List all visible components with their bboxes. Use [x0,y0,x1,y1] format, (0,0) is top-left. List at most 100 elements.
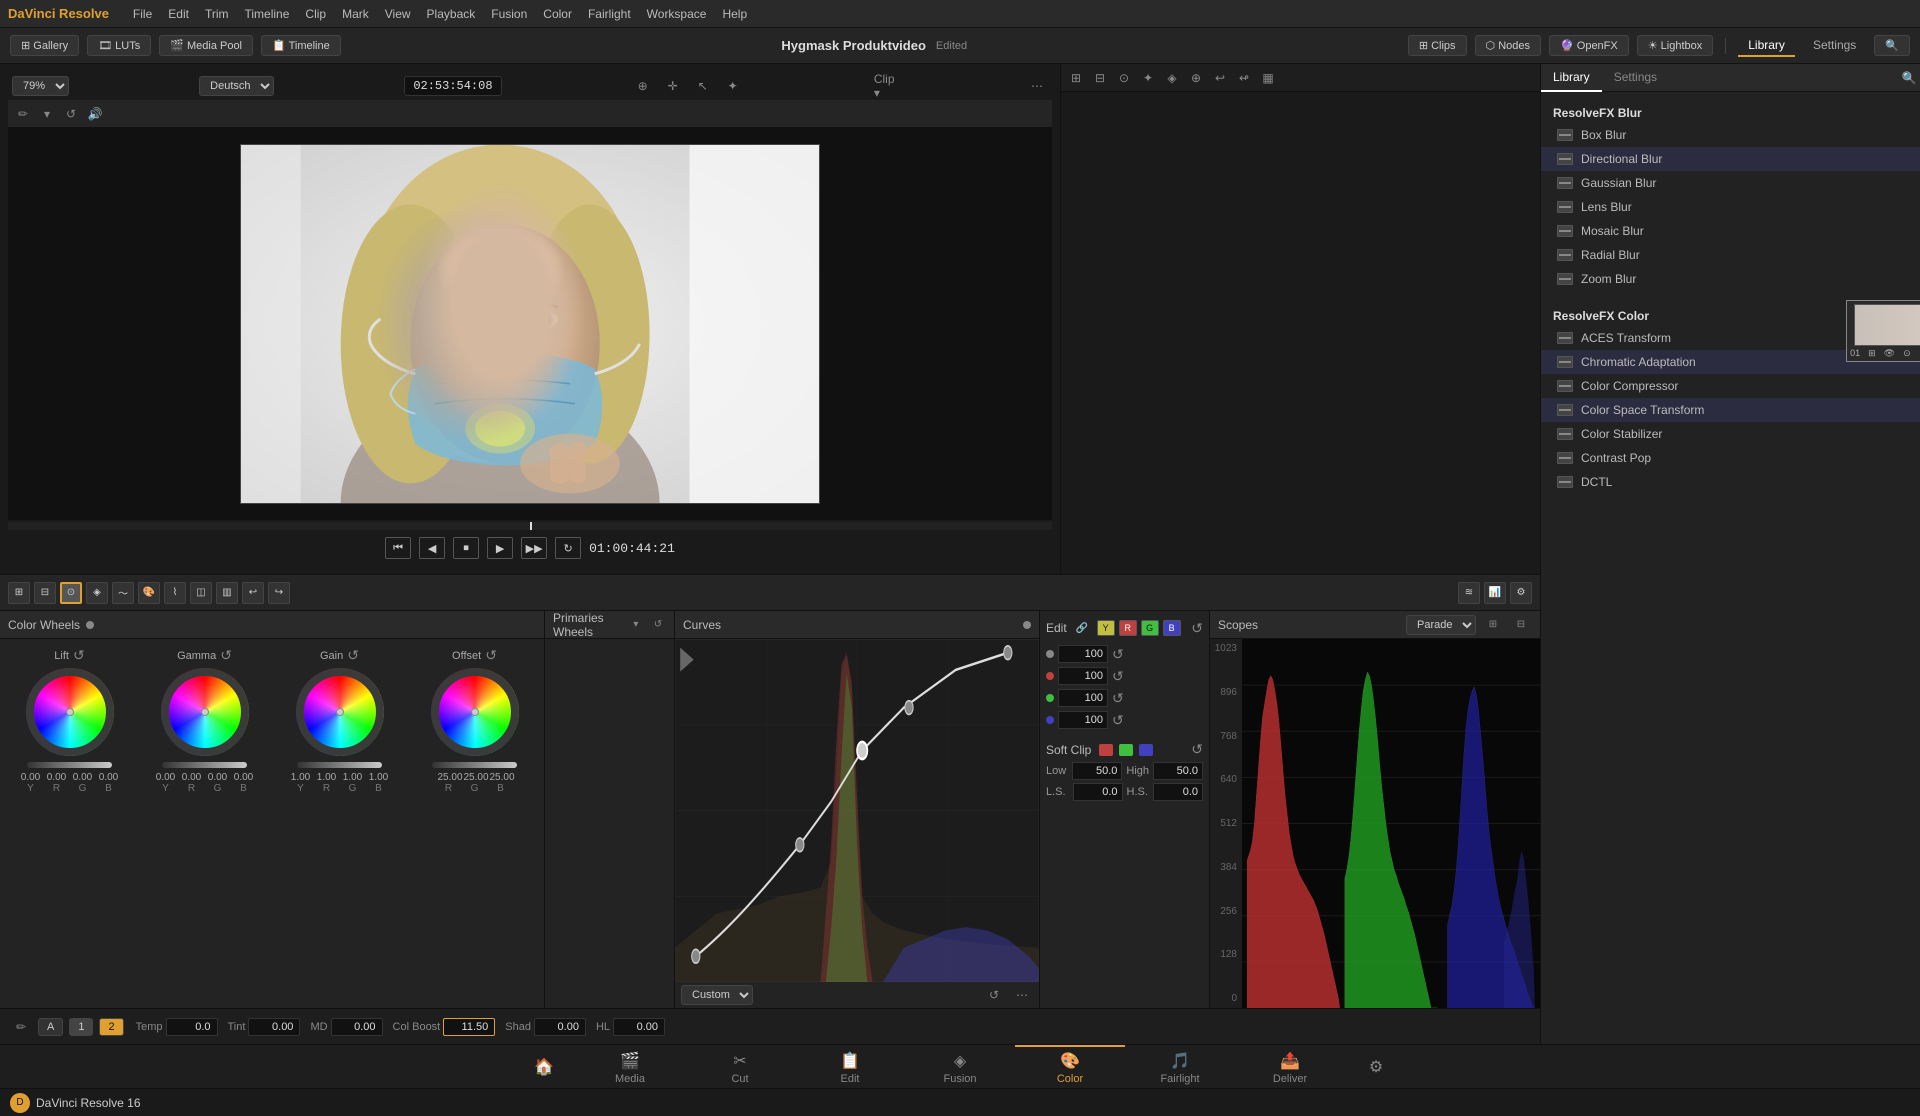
effect-box-blur[interactable]: Box Blur [1541,123,1920,147]
softclip-hs-value[interactable] [1153,783,1203,801]
curves-canvas[interactable] [675,639,1039,982]
luts-button[interactable]: 🎞 LUTs [87,35,151,56]
scopes-icon-1[interactable]: ⊞ [1482,614,1504,636]
node-tool-3[interactable]: ⊙ [1113,67,1135,89]
edit-reset[interactable]: ↺ [1191,620,1203,637]
edit-b-button[interactable]: B [1163,620,1181,636]
gain-reset[interactable]: ↺ [347,647,359,664]
edit-g-button[interactable]: G [1141,620,1159,636]
settings-icon[interactable]: ⚙ [1365,1056,1387,1078]
gamma-wheel-dot[interactable] [201,708,209,716]
gamma-reset[interactable]: ↺ [220,647,232,664]
zoom-select[interactable]: 79% [12,76,69,96]
library-search-icon[interactable]: 🔍 [1898,67,1920,89]
search-button[interactable]: 🔍 [1874,35,1910,56]
settings-tab[interactable]: Settings [1803,35,1866,57]
node-tool-9[interactable]: ▦ [1257,67,1279,89]
menu-fusion[interactable]: Fusion [491,7,527,21]
primaries-reset[interactable]: ↺ [650,614,666,636]
ct-icon-palette[interactable]: 🎨 [138,582,160,604]
tint-value[interactable] [248,1018,300,1036]
primaries-expand[interactable]: ▾ [628,614,644,636]
menu-trim[interactable]: Trim [205,7,229,21]
library-panel-tab[interactable]: Library [1541,64,1602,92]
nodes-tab[interactable]: ⬡ Nodes [1475,35,1541,56]
gamma-slider[interactable] [162,762,247,768]
softclip-low-value[interactable] [1072,762,1122,780]
gain-wheel-dot[interactable] [336,708,344,716]
edit-reset-b[interactable]: ↺ [1112,712,1124,729]
edit-reset-w[interactable]: ↺ [1112,646,1124,663]
home-icon[interactable]: 🏠 [533,1056,555,1078]
effect-lens-blur[interactable]: Lens Blur [1541,195,1920,219]
edit-value-b[interactable] [1058,711,1108,729]
nav-deliver[interactable]: 📤 Deliver [1235,1045,1345,1089]
lightbox-tab[interactable]: ☀ Lightbox [1637,35,1714,56]
effect-mosaic-blur[interactable]: Mosaic Blur [1541,219,1920,243]
md-value[interactable] [331,1018,383,1036]
gain-wheel-container[interactable] [296,668,384,756]
lift-wheel-container[interactable] [26,668,114,756]
viewer-cursor[interactable]: ↖ [692,75,714,97]
offset-wheel-dot[interactable] [471,708,479,716]
menu-timeline[interactable]: Timeline [245,7,290,21]
softclip-b-button[interactable] [1139,744,1153,756]
menu-view[interactable]: View [385,7,411,21]
ct-icon-curve[interactable]: 〜 [112,582,134,604]
menu-help[interactable]: Help [722,7,747,21]
loop-button[interactable]: ↻ [555,537,581,559]
edit-link-icon[interactable]: 🔗 [1071,617,1093,639]
ct-icon-grid[interactable]: ⊟ [34,582,56,604]
nav-edit[interactable]: 📋 Edit [795,1045,905,1089]
shad-value[interactable] [534,1018,586,1036]
colboost-value[interactable] [443,1018,495,1036]
menu-workspace[interactable]: Workspace [647,7,707,21]
viewer-icon-draw[interactable]: ✏ [12,103,34,125]
effect-directional-blur[interactable]: Directional Blur [1541,147,1920,171]
scrubber-handle[interactable] [530,522,532,530]
nav-media[interactable]: 🎬 Media [575,1045,685,1089]
menu-clip[interactable]: Clip [305,7,326,21]
softclip-high-value[interactable] [1153,762,1203,780]
viewer-icon-undo[interactable]: ↺ [60,103,82,125]
menu-edit[interactable]: Edit [168,7,189,21]
step-forward-button[interactable]: ▶▶ [521,537,547,559]
stop-button[interactable]: ⏹ [453,537,479,559]
menu-mark[interactable]: Mark [342,7,369,21]
effect-gaussian-blur[interactable]: Gaussian Blur [1541,171,1920,195]
menu-file[interactable]: File [133,7,152,21]
ct-icon-wave[interactable]: ⌇ [164,582,186,604]
effect-zoom-blur[interactable]: Zoom Blur [1541,267,1920,291]
node-tool-7[interactable]: ↩ [1209,67,1231,89]
node-tool-5[interactable]: ◈ [1161,67,1183,89]
effect-contrast-pop[interactable]: Contrast Pop [1541,446,1920,470]
viewer-icon-expand[interactable]: ▾ [36,103,58,125]
edit-y-button[interactable]: Y [1097,620,1115,636]
node-tool-1[interactable]: ⊞ [1065,67,1087,89]
ct-icon-right-1[interactable]: ≋ [1458,582,1480,604]
lift-wheel-dot[interactable] [66,708,74,716]
clips-tab[interactable]: ⊞ Clips [1408,35,1467,56]
scopes-mode-select[interactable]: Parade [1406,615,1476,635]
gallery-button[interactable]: ⊞ ClipsGallery [10,35,79,56]
edit-reset-r[interactable]: ↺ [1112,668,1124,685]
nav-color[interactable]: 🎨 Color [1015,1045,1125,1089]
viewer-icon-audio[interactable]: 🔊 [84,103,106,125]
bt-a[interactable]: A [38,1018,63,1036]
edit-r-button[interactable]: R [1119,620,1137,636]
ct-icon-circle[interactable]: ⊙ [60,582,82,604]
offset-wheel-container[interactable] [431,668,519,756]
offset-reset[interactable]: ↺ [485,647,497,664]
softclip-reset[interactable]: ↺ [1191,741,1203,758]
ct-icon-motion[interactable]: ▥ [216,582,238,604]
menu-playback[interactable]: Playback [427,7,476,21]
menu-color[interactable]: Color [543,7,572,21]
library-tab[interactable]: Library [1738,35,1795,57]
lift-reset[interactable]: ↺ [73,647,85,664]
nav-fairlight[interactable]: 🎵 Fairlight [1125,1045,1235,1089]
gamma-wheel-container[interactable] [161,668,249,756]
node-tool-8[interactable]: ↫ [1233,67,1255,89]
viewer-menu[interactable]: ⋯ [1026,75,1048,97]
lift-slider[interactable] [27,762,112,768]
ct-icon-redo[interactable]: ↪ [268,582,290,604]
